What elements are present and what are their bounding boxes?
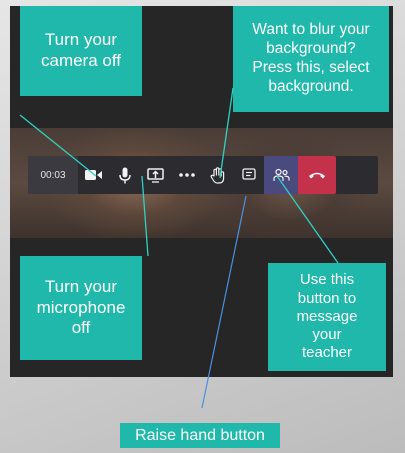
hang-up-button[interactable] xyxy=(298,156,336,194)
camera-icon xyxy=(84,170,102,180)
chat-button[interactable] xyxy=(233,156,264,194)
raise-hand-button[interactable] xyxy=(202,156,233,194)
chat-callout: Use this button to message your teacher xyxy=(268,263,386,371)
people-icon xyxy=(272,168,290,181)
mic-callout-text: Turn your microphone off xyxy=(36,276,126,338)
participants-button[interactable] xyxy=(264,156,298,194)
meeting-toolbar: 00:03 xyxy=(28,156,378,194)
chat-icon xyxy=(241,168,256,180)
more-options-icon xyxy=(178,173,195,177)
chat-callout-text: Use this button to message your teacher xyxy=(296,271,358,362)
hand-icon xyxy=(210,166,225,184)
call-timer: 00:03 xyxy=(28,156,78,194)
phone-hangup-icon xyxy=(309,172,325,179)
blur-background-callout: Want to blur your background? Press this… xyxy=(233,6,389,112)
microphone-icon xyxy=(118,167,131,183)
camera-callout-text: Turn your camera off xyxy=(40,30,121,70)
share-screen-button[interactable] xyxy=(140,156,171,194)
share-screen-icon xyxy=(147,167,164,183)
raise-hand-callout-text: Raise hand button xyxy=(135,426,265,444)
more-options-button[interactable] xyxy=(171,156,202,194)
camera-button[interactable] xyxy=(78,156,109,194)
microphone-callout: Turn your microphone off xyxy=(20,256,142,360)
blur-callout-text: Want to blur your background? Press this… xyxy=(252,21,370,95)
raise-hand-callout: Raise hand button xyxy=(120,423,280,448)
microphone-button[interactable] xyxy=(109,156,140,194)
camera-callout: Turn your camera off xyxy=(20,6,142,96)
